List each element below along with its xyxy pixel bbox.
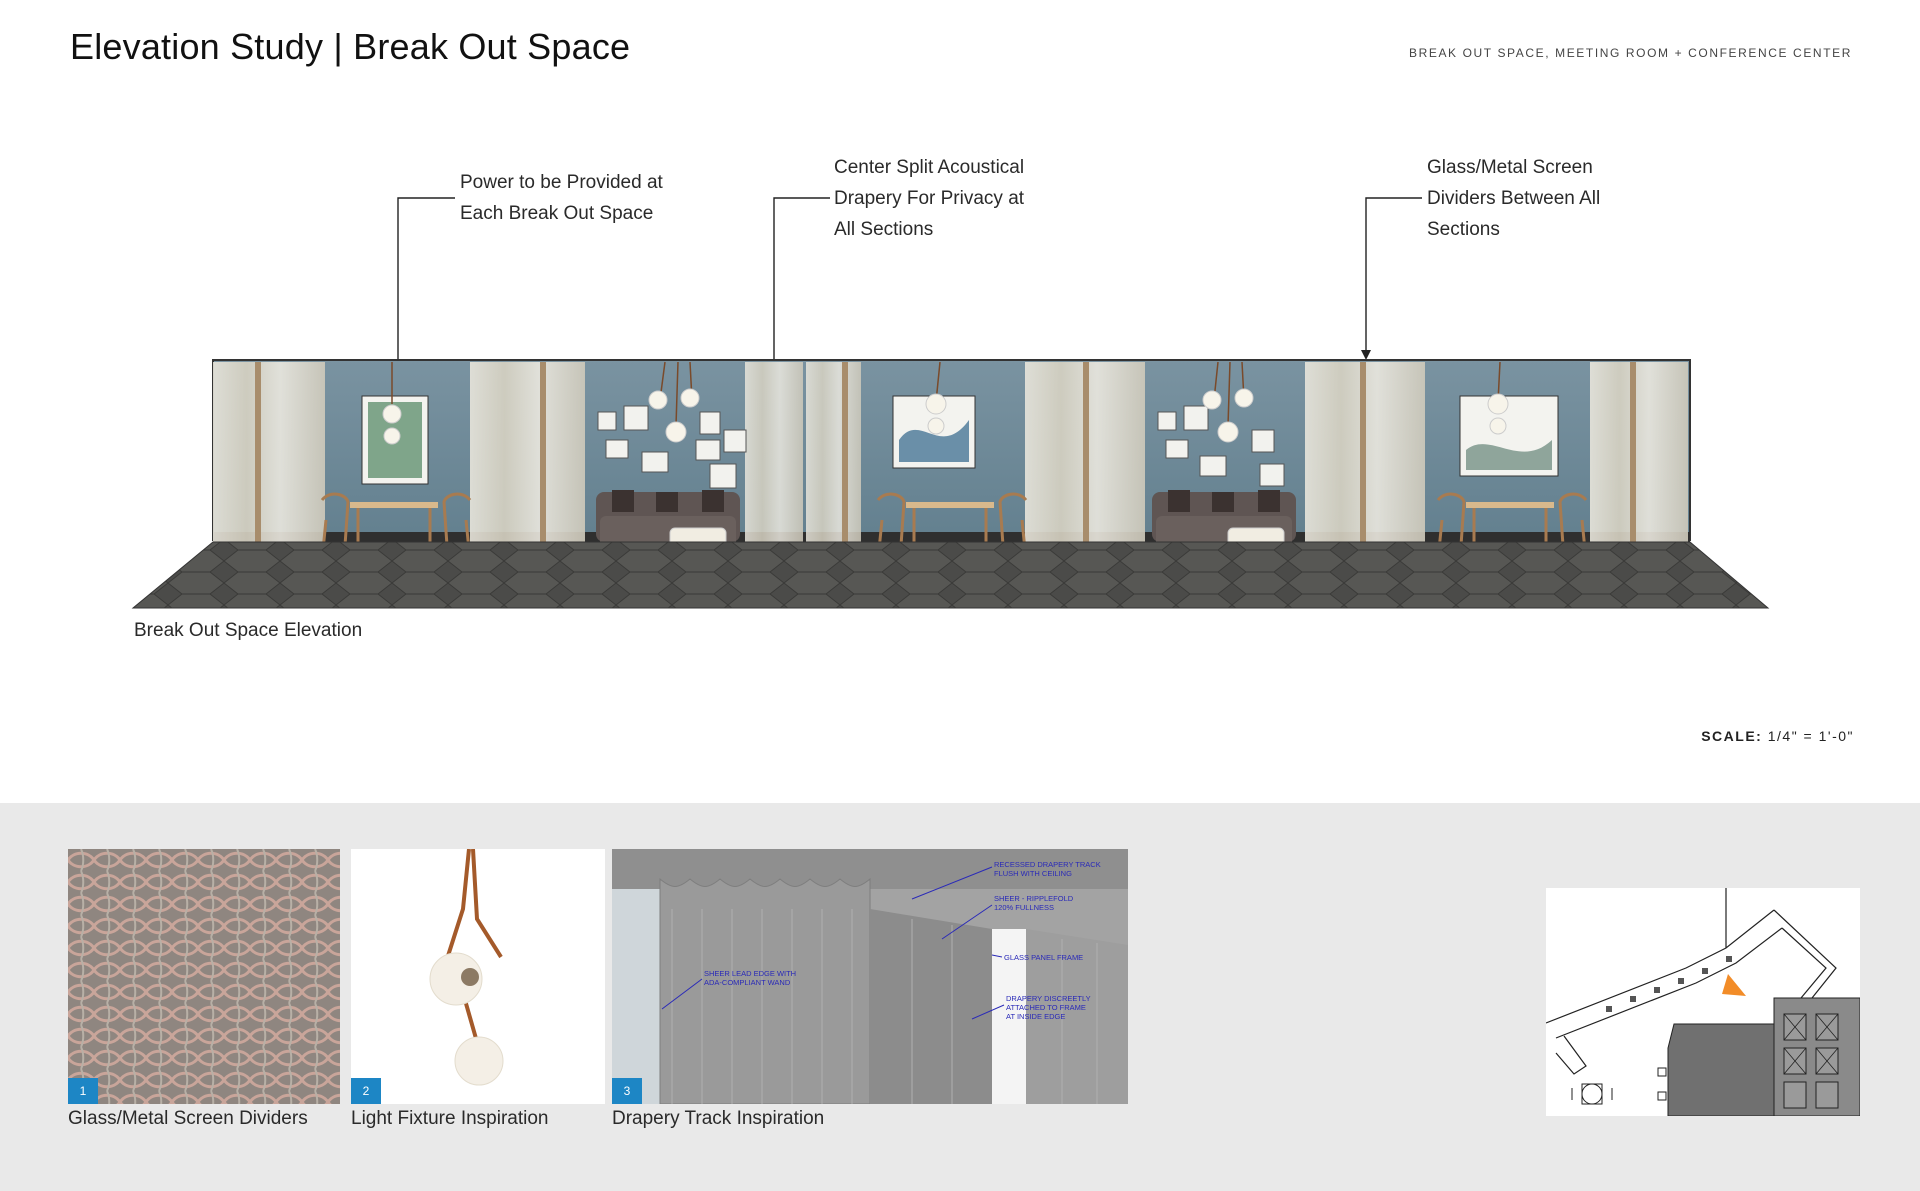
badge-2: 2 [351,1078,381,1104]
drapery-note-5c: AT INSIDE EDGE [1006,1012,1065,1021]
badge-3: 3 [612,1078,642,1104]
you-are-here-marker [1722,974,1746,996]
badge-1: 1 [68,1078,98,1104]
caption-drapery-track: Drapery Track Inspiration [612,1108,825,1129]
floor [131,541,1770,609]
elevation-drawing [131,197,1770,609]
light-fixture-image [429,849,504,1086]
drapery-track-render: RECESSED DRAPERY TRACK FLUSH WITH CEILIN… [612,849,1128,1104]
drapery-note-4b: ADA-COMPLIANT WAND [704,978,791,987]
inspiration-image-screen: 1 [68,849,340,1104]
key-plan-drawing [1546,888,1860,1116]
drapery-note-5b: ATTACHED TO FRAME [1006,1003,1086,1012]
inspiration-image-drapery: RECESSED DRAPERY TRACK FLUSH WITH CEILIN… [612,849,1128,1104]
scale-note: SCALE: 1/4" = 1'-0" [1701,728,1854,744]
caption-light-fixture: Light Fixture Inspiration [351,1108,549,1129]
drapery-note-5a: DRAPERY DISCREETLY [1006,994,1091,1003]
drapery-note-2a: SHEER - RIPPLEFOLD [994,894,1074,903]
drapery-note-1b: FLUSH WITH CEILING [994,869,1072,878]
key-plan [1546,888,1860,1116]
drapery-note-3: GLASS PANEL FRAME [1004,953,1083,962]
inspiration-image-light: 2 [351,849,605,1104]
scale-label: SCALE: [1701,728,1763,744]
drapery-note-1a: RECESSED DRAPERY TRACK [994,860,1101,869]
drapery-note-4a: SHEER LEAD EDGE WITH [704,969,796,978]
elevation-caption: Break Out Space Elevation [134,620,363,641]
scale-value: 1/4" = 1'-0" [1767,728,1854,744]
caption-screen-dividers: Glass/Metal Screen Dividers [68,1108,308,1129]
metal-mesh-swatch [68,849,340,1104]
drapery-note-2b: 120% FULLNESS [994,903,1054,912]
